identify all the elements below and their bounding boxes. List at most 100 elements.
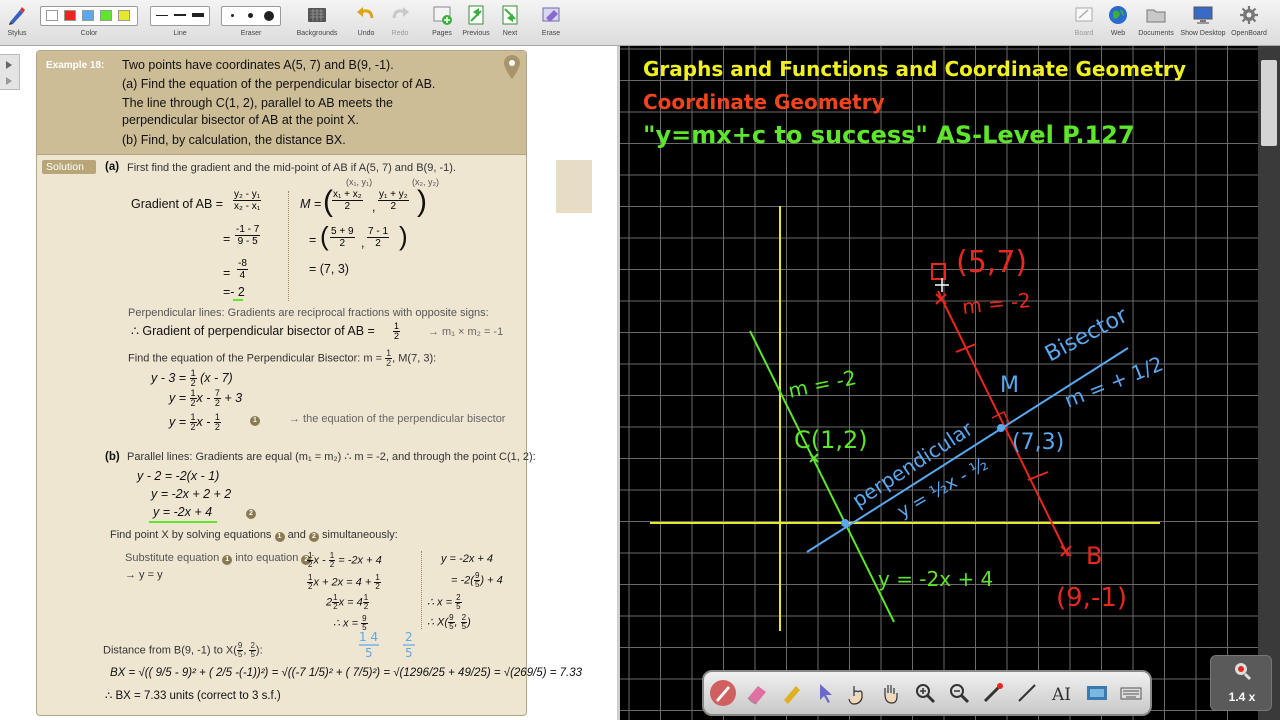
board-scroll-thumb[interactable] (1261, 60, 1277, 146)
part-a-label: (a) (105, 161, 120, 173)
openboard-menu-button[interactable]: OpenBoard (1231, 0, 1267, 46)
parallel-eq-2: y = -2x + 2 + 2 (151, 487, 232, 501)
redo-button[interactable]: Redo (386, 0, 414, 46)
highlighter-tool[interactable] (778, 680, 804, 706)
tool-dock: AI (702, 670, 1152, 716)
documents-button[interactable]: Documents (1138, 0, 1174, 46)
keyboard-tool[interactable] (1118, 680, 1144, 706)
erase-icon (542, 7, 560, 22)
stylus-button[interactable]: Stylus (2, 0, 32, 46)
bx-result: ∴ BX = 7.33 units (correct to 3 s.f.) (105, 690, 281, 702)
pages-button[interactable]: Pages (428, 0, 456, 46)
gradient-product-rule: → m₁ × m₂ = -1 (428, 326, 504, 338)
label-line-equation: y = -2x + 4 (878, 567, 993, 591)
eraser-size-picker[interactable]: Eraser (221, 0, 281, 46)
eraser-tool[interactable] (744, 680, 770, 706)
eraser-icon (747, 686, 766, 705)
laser-tool[interactable] (980, 680, 1006, 706)
zoom-indicator[interactable]: 1.4 x (1210, 655, 1272, 711)
arrow-pointer-icon (820, 684, 832, 703)
bx-formula: BX = √(( 9/5 - 9)² + ( 2/5 -(-1))²) = √(… (110, 667, 583, 679)
sim-step-3: 212x = 412 (326, 593, 370, 611)
color-blue-swatch[interactable] (82, 10, 94, 21)
solution-label: Solution (46, 161, 84, 173)
label-gradient-c: m = -2 (786, 365, 858, 403)
svg-text:5: 5 (365, 646, 373, 659)
find-x-line: Find point X by solving equations 1 and … (110, 529, 398, 542)
sim-right-1: y = -2x + 4 (441, 553, 493, 565)
color-green-swatch[interactable] (100, 10, 112, 21)
equation-2-badge: 2 (246, 509, 256, 519)
svg-text:5: 5 (405, 646, 413, 659)
part-b-intro: Parallel lines: Gradients are equal (m₁ … (127, 451, 536, 463)
web-button[interactable]: Web (1104, 0, 1132, 46)
gradient-step-1: -1 - 79 - 5 (235, 224, 261, 247)
point-x (841, 519, 849, 527)
gradient-result: =- 2 (223, 285, 245, 299)
find-equation-line: Find the equation of the Perpendicular B… (128, 348, 437, 368)
board-icon (1075, 7, 1093, 22)
pointer-tool[interactable] (812, 680, 838, 706)
next-page-icon (502, 5, 518, 25)
expand-arrow-icon (6, 61, 12, 69)
label-m-coords: (7,3) (1012, 430, 1064, 455)
stylus-icon (9, 7, 25, 25)
sim-right-2: = -2(9 5) + 4 (451, 571, 503, 589)
color-white-swatch[interactable] (46, 10, 58, 21)
question-line-5: (b) Find, by calculation, the distance B… (122, 133, 346, 147)
zoom-out-tool[interactable] (946, 680, 972, 706)
example-label: Example 18: (46, 60, 105, 71)
pen-tool[interactable] (710, 680, 736, 706)
pen-icon (716, 686, 730, 702)
zoom-in-tool[interactable] (912, 680, 938, 706)
color-red-swatch[interactable] (64, 10, 76, 21)
perpendicular-bisector-note: → the equation of the perpendicular bise… (289, 413, 506, 425)
text-icon: AI (1051, 685, 1071, 705)
gradient-label: Gradient of AB = (131, 197, 224, 211)
redo-icon (392, 7, 409, 19)
line-tool[interactable] (1014, 680, 1040, 706)
undo-button[interactable]: Undo (352, 0, 380, 46)
board-scrollbar[interactable] (1258, 46, 1280, 720)
erase-button[interactable]: Erase (537, 0, 565, 46)
previous-page-button[interactable]: Previous (462, 0, 490, 46)
capture-tool[interactable] (1084, 680, 1110, 706)
part-b-label: (b) (105, 451, 120, 463)
color-picker[interactable]: Color (40, 0, 138, 46)
play-tool[interactable] (844, 680, 870, 706)
label-bisector: Bisector (1041, 303, 1133, 368)
equation-step-2: y = 12x - 72 + 3 (169, 388, 243, 408)
question-line-2: (a) Find the equation of the perpendicul… (122, 77, 436, 91)
equation-step-1: y - 3 = 12 (x - 7) (151, 368, 233, 388)
sim-step-1: 12x - 12 = -2x + 4 (307, 551, 382, 569)
distance-line: Distance from B(9, -1) to X(9 5, 2 5): (103, 641, 263, 659)
side-panel-toggle[interactable] (0, 54, 20, 90)
label-c-coords: C(1,2) (794, 426, 868, 454)
question-line-4: perpendicular bisector of AB at the poin… (122, 113, 359, 127)
line-width-picker[interactable]: Line (150, 0, 210, 46)
sim-step-2: 12x + 2x = 4 + 12 (307, 573, 381, 591)
whiteboard-canvas[interactable]: Graphs and Functions and Coordinate Geom… (620, 46, 1280, 720)
midpoint-m (997, 424, 1005, 432)
part-a-intro: First find the gradient and the mid-poin… (127, 162, 456, 174)
svg-text:2: 2 (405, 630, 413, 644)
y-equals-y: → y = y (125, 569, 163, 581)
label-b-coords: (9,-1) (1056, 583, 1127, 613)
laser-pointer-icon (983, 683, 1003, 703)
document-scroll-marker[interactable] (556, 160, 592, 213)
next-page-button[interactable]: Next (496, 0, 524, 46)
monitor-icon (1193, 6, 1213, 24)
label-gradient-ab: m = -2 (961, 288, 1032, 319)
color-yellow-swatch[interactable] (118, 10, 130, 21)
folder-icon (1146, 9, 1166, 23)
midpoint-label: M = (300, 197, 322, 211)
show-desktop-button[interactable]: Show Desktop (1180, 0, 1226, 46)
line-icon (1018, 684, 1036, 702)
backgrounds-button[interactable]: Backgrounds (296, 0, 338, 46)
board-button[interactable]: Board (1070, 0, 1098, 46)
hand-tool[interactable] (878, 680, 904, 706)
svg-text:1 4: 1 4 (359, 630, 378, 644)
text-tool[interactable]: AI (1048, 680, 1074, 706)
green-ink-mark (233, 299, 243, 301)
globe-icon (1109, 6, 1127, 24)
